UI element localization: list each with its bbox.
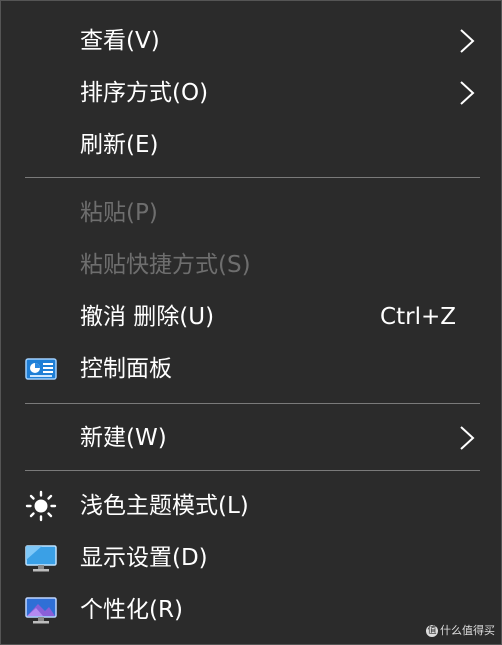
menu-item-undo-delete[interactable]: 撤消 删除(U) Ctrl+Z [2, 291, 500, 343]
chevron-right-icon [460, 81, 475, 105]
menu-item-refresh[interactable]: 刷新(E) [2, 119, 500, 171]
menu-item-view-label: 查看(V) [80, 28, 160, 54]
menu-item-paste: 粘贴(P) [2, 187, 500, 239]
menu-item-paste-label: 粘贴(P) [80, 200, 158, 226]
chevron-right-icon [460, 29, 475, 53]
menu-item-light-theme-label: 浅色主题模式(L) [80, 493, 249, 519]
menu-item-sort-by[interactable]: 排序方式(O) [2, 67, 500, 119]
menu-item-sort-by-label: 排序方式(O) [80, 80, 209, 106]
control-panel-icon [25, 358, 57, 380]
menu-separator [25, 470, 480, 471]
menu-item-paste-shortcut-label: 粘贴快捷方式(S) [80, 252, 251, 278]
menu-item-view[interactable]: 查看(V) [2, 15, 500, 67]
menu-separator [25, 403, 480, 404]
sun-icon [25, 490, 57, 522]
menu-item-light-theme[interactable]: 浅色主题模式(L) [2, 480, 500, 532]
menu-item-control-panel[interactable]: 控制面板 [2, 343, 500, 395]
menu-item-paste-shortcut: 粘贴快捷方式(S) [2, 239, 500, 291]
menu-item-undo-shortcut: Ctrl+Z [380, 304, 456, 330]
site-watermark: 值什么值得买 [426, 622, 495, 638]
watermark-text: 什么值得买 [440, 624, 495, 637]
menu-separator [25, 177, 480, 178]
menu-item-display-settings-label: 显示设置(D) [80, 545, 208, 571]
menu-item-new[interactable]: 新建(W) [2, 412, 500, 464]
personalize-monitor-icon [25, 597, 57, 624]
menu-item-undo-delete-label: 撤消 删除(U) [80, 304, 215, 330]
watermark-logo-icon: 值 [426, 625, 438, 637]
monitor-icon [25, 545, 57, 572]
menu-item-refresh-label: 刷新(E) [80, 132, 159, 158]
chevron-right-icon [460, 426, 475, 450]
menu-item-new-label: 新建(W) [80, 425, 167, 451]
menu-item-control-panel-label: 控制面板 [80, 356, 172, 382]
menu-item-personalize-label: 个性化(R) [80, 597, 183, 623]
desktop-context-menu: 查看(V) 排序方式(O) 刷新(E) 粘贴(P) 粘贴快捷方式(S) 撤消 删… [0, 0, 502, 645]
menu-item-display-settings[interactable]: 显示设置(D) [2, 532, 500, 584]
